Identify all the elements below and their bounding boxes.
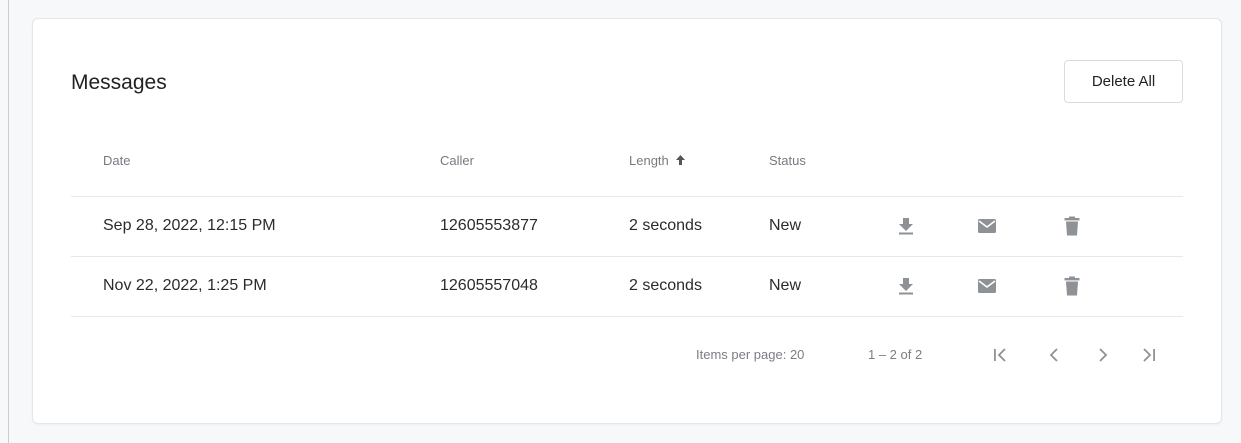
table-row: Sep 28, 2022, 12:15 PM 12605553877 2 sec… bbox=[71, 197, 1183, 257]
messages-card: Messages Delete All Date Caller Length S… bbox=[32, 18, 1222, 424]
download-icon[interactable] bbox=[893, 213, 919, 239]
paginator: Items per page: 20 1 – 2 of 2 bbox=[71, 335, 1183, 375]
cell-length: 2 seconds bbox=[629, 277, 702, 294]
table-row: Nov 22, 2022, 1:25 PM 12605557048 2 seco… bbox=[71, 257, 1183, 317]
column-header-caller[interactable]: Caller bbox=[440, 153, 474, 168]
table-header: Date Caller Length Status bbox=[71, 147, 1183, 197]
trash-icon[interactable] bbox=[1059, 213, 1085, 239]
cell-caller: 12605553877 bbox=[440, 217, 538, 234]
download-icon[interactable] bbox=[893, 273, 919, 299]
cell-length: 2 seconds bbox=[629, 217, 702, 234]
email-icon[interactable] bbox=[974, 213, 1000, 239]
delete-all-button[interactable]: Delete All bbox=[1064, 60, 1183, 103]
column-header-length[interactable]: Length bbox=[629, 153, 686, 169]
column-header-date[interactable]: Date bbox=[103, 153, 130, 168]
cell-date: Sep 28, 2022, 12:15 PM bbox=[103, 217, 276, 234]
previous-page-icon[interactable] bbox=[1039, 340, 1069, 370]
sort-ascending-icon bbox=[675, 154, 686, 169]
trash-icon[interactable] bbox=[1059, 273, 1085, 299]
last-page-icon[interactable] bbox=[1133, 340, 1163, 370]
cell-date: Nov 22, 2022, 1:25 PM bbox=[103, 277, 267, 294]
cell-status: New bbox=[769, 277, 802, 294]
cell-status: New bbox=[769, 217, 802, 234]
first-page-icon[interactable] bbox=[986, 340, 1016, 370]
email-icon[interactable] bbox=[974, 273, 1000, 299]
column-header-status[interactable]: Status bbox=[769, 153, 806, 168]
cell-caller: 12605557048 bbox=[440, 277, 538, 294]
next-page-icon[interactable] bbox=[1088, 340, 1118, 370]
card-title: Messages bbox=[71, 71, 167, 94]
column-header-length-label: Length bbox=[629, 153, 669, 168]
items-per-page-label[interactable]: Items per page: 20 bbox=[696, 347, 804, 362]
page-left-border bbox=[8, 0, 9, 443]
page-range-label: 1 – 2 of 2 bbox=[868, 347, 923, 362]
